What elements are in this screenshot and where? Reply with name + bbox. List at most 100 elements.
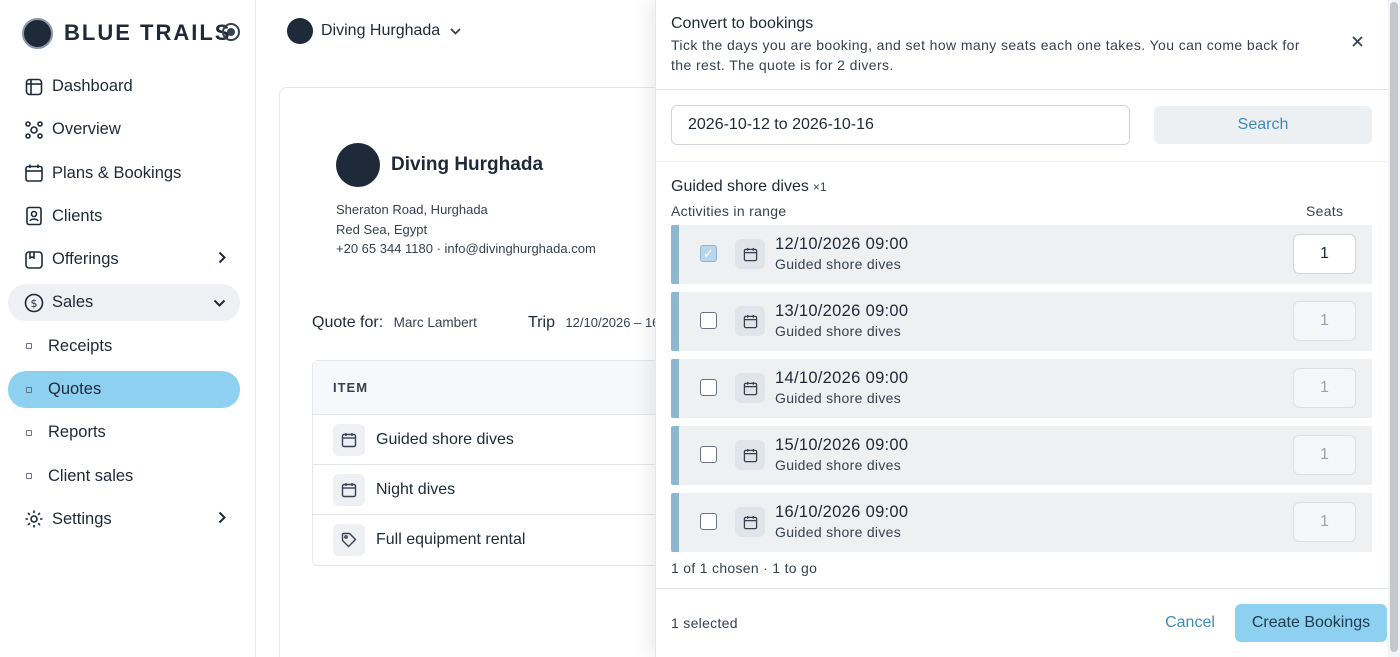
sidebar-item-offerings[interactable]: Offerings xyxy=(8,241,240,278)
address-line: Sheraton Road, Hurghada xyxy=(336,202,488,217)
selected-count: 1 selected xyxy=(671,615,738,631)
date-range-input[interactable]: 2026-10-12 to 2026-10-16 xyxy=(671,105,1130,145)
slot-time: 09:00 xyxy=(865,503,909,521)
calendar-icon xyxy=(333,473,365,506)
slot-checkbox[interactable] xyxy=(700,312,717,329)
close-icon[interactable] xyxy=(1352,34,1363,52)
seats-input[interactable]: 1 xyxy=(1293,368,1356,408)
grid-icon xyxy=(24,77,44,97)
sidebar-item-label: Client sales xyxy=(48,466,134,485)
seats-input[interactable]: 1 xyxy=(1293,301,1356,341)
sidebar-item-quotes[interactable]: Quotes xyxy=(8,371,240,409)
chevron-down-icon xyxy=(450,24,461,38)
topbar: Diving Hurghada xyxy=(256,0,656,62)
sidebar-item-label: Quotes xyxy=(48,380,102,399)
brand-logo xyxy=(22,17,53,49)
slot-date: 14/10/2026 xyxy=(775,369,861,387)
chevron-right-icon xyxy=(218,511,226,527)
calendar-icon xyxy=(735,507,765,537)
sidebar-item-label: Dashboard xyxy=(52,77,133,95)
list-item[interactable]: 13/10/2026 09:00 Guided shore dives 1 xyxy=(671,292,1372,351)
slot-datetime: 16/10/2026 09:00 xyxy=(775,503,908,522)
list-item[interactable]: 15/10/2026 09:00 Guided shore dives 1 xyxy=(671,426,1372,485)
slot-datetime: 13/10/2026 09:00 xyxy=(775,302,908,321)
sidebar-item-label: Offerings xyxy=(52,250,119,269)
contact-line: +20 65 344 1180 · info@divinghurghada.co… xyxy=(336,241,596,256)
search-button[interactable]: Search xyxy=(1154,106,1372,144)
sidebar-item-label: Reports xyxy=(48,423,106,442)
calendar-icon xyxy=(735,306,765,336)
cancel-button[interactable]: Cancel xyxy=(1150,604,1230,642)
chevron-down-icon xyxy=(213,294,226,310)
calendar-icon xyxy=(735,440,765,470)
sidebar-item-plans-bookings[interactable]: Plans & Bookings xyxy=(8,155,240,192)
sidebar-item-label: Overview xyxy=(52,120,121,139)
list-item[interactable]: 16/10/2026 09:00 Guided shore dives 1 xyxy=(671,493,1372,552)
bullet-icon xyxy=(26,343,32,350)
slot-checkbox[interactable]: ✓ xyxy=(700,245,717,262)
list-item[interactable]: 14/10/2026 09:00 Guided shore dives 1 xyxy=(671,359,1372,418)
slot-activity: Guided shore dives xyxy=(775,390,902,406)
activity-group-title: Guided shore dives ×1 xyxy=(671,178,827,196)
chevron-right-icon xyxy=(218,251,226,267)
sidebar-item-dashboard[interactable]: Dashboard xyxy=(8,68,240,105)
slot-list: ✓ 12/10/2026 09:00 Guided shore dives 1 1… xyxy=(671,225,1372,560)
slot-date: 15/10/2026 xyxy=(775,436,861,454)
slot-checkbox[interactable] xyxy=(700,379,717,396)
divider xyxy=(656,588,1389,589)
group-name: Guided shore dives xyxy=(671,178,809,195)
sidebar-item-client-sales[interactable]: Client sales xyxy=(8,458,240,495)
slot-checkbox[interactable] xyxy=(700,446,717,463)
sidebar-item-label: Settings xyxy=(52,509,112,528)
sidebar-item-clients[interactable]: Clients xyxy=(8,198,240,235)
sidebar-item-label: Plans & Bookings xyxy=(52,163,182,182)
quote-for: Quote for: Marc Lambert xyxy=(312,314,477,332)
column-activities: Activities in range xyxy=(671,203,787,219)
sidebar-toggle-icon[interactable] xyxy=(222,23,240,41)
sidebar-item-label: Clients xyxy=(52,206,103,225)
tag-icon xyxy=(333,524,365,556)
calendar-icon xyxy=(333,423,365,456)
item-name: Night dives xyxy=(376,480,456,498)
group-multiplier: ×1 xyxy=(812,180,827,194)
selection-summary: 1 of 1 chosen · 1 to go xyxy=(671,560,818,576)
business-name: Diving Hurghada xyxy=(391,154,544,175)
scrollbar-thumb[interactable] xyxy=(1390,2,1398,652)
bullet-icon xyxy=(26,386,32,393)
sidebar-item-settings[interactable]: Settings xyxy=(8,501,240,538)
scrollbar[interactable] xyxy=(1388,0,1400,657)
sidebar-item-overview[interactable]: Overview xyxy=(8,111,240,148)
sidebar: BLUE TRAILS Dashboard Overview Plans & B… xyxy=(0,0,256,657)
nodes-icon xyxy=(24,120,44,140)
drawer-description: Tick the days you are booking, and set h… xyxy=(671,37,1300,73)
dollar-icon: $ xyxy=(24,293,44,313)
slot-time: 09:00 xyxy=(865,235,909,253)
contacts-icon xyxy=(24,206,44,226)
customer-name[interactable]: Marc Lambert xyxy=(394,315,477,330)
seats-input[interactable]: 1 xyxy=(1293,234,1356,274)
slot-activity: Guided shore dives xyxy=(775,323,902,339)
slot-date: 13/10/2026 xyxy=(775,302,861,320)
slot-checkbox[interactable] xyxy=(700,513,717,530)
list-item[interactable]: ✓ 12/10/2026 09:00 Guided shore dives 1 xyxy=(671,225,1372,284)
sidebar-item-receipts[interactable]: Receipts xyxy=(8,328,240,365)
create-bookings-button[interactable]: Create Bookings xyxy=(1235,604,1387,642)
seats-input[interactable]: 1 xyxy=(1293,435,1356,475)
slot-datetime: 12/10/2026 09:00 xyxy=(775,235,908,254)
sidebar-item-sales[interactable]: $ Sales xyxy=(8,284,240,322)
calendar-icon xyxy=(24,163,44,183)
trip-dates: 12/10/2026 – 16 xyxy=(565,315,660,330)
convert-to-bookings-drawer: Convert to bookings Tick the days you ar… xyxy=(655,0,1389,657)
slot-date: 12/10/2026 xyxy=(775,235,861,253)
item-name: Full equipment rental xyxy=(376,531,526,548)
sidebar-item-label: Receipts xyxy=(48,336,113,355)
slot-date: 16/10/2026 xyxy=(775,503,861,521)
seats-input[interactable]: 1 xyxy=(1293,502,1356,542)
org-switcher[interactable]: Diving Hurghada xyxy=(287,18,461,44)
sidebar-item-reports[interactable]: Reports xyxy=(8,414,240,451)
drawer-title: Convert to bookings xyxy=(671,15,814,32)
trip: Trip 12/10/2026 – 16 xyxy=(528,314,659,332)
brand-name: BLUE TRAILS xyxy=(64,20,232,45)
slot-time: 09:00 xyxy=(865,436,909,454)
gear-icon xyxy=(24,509,44,529)
